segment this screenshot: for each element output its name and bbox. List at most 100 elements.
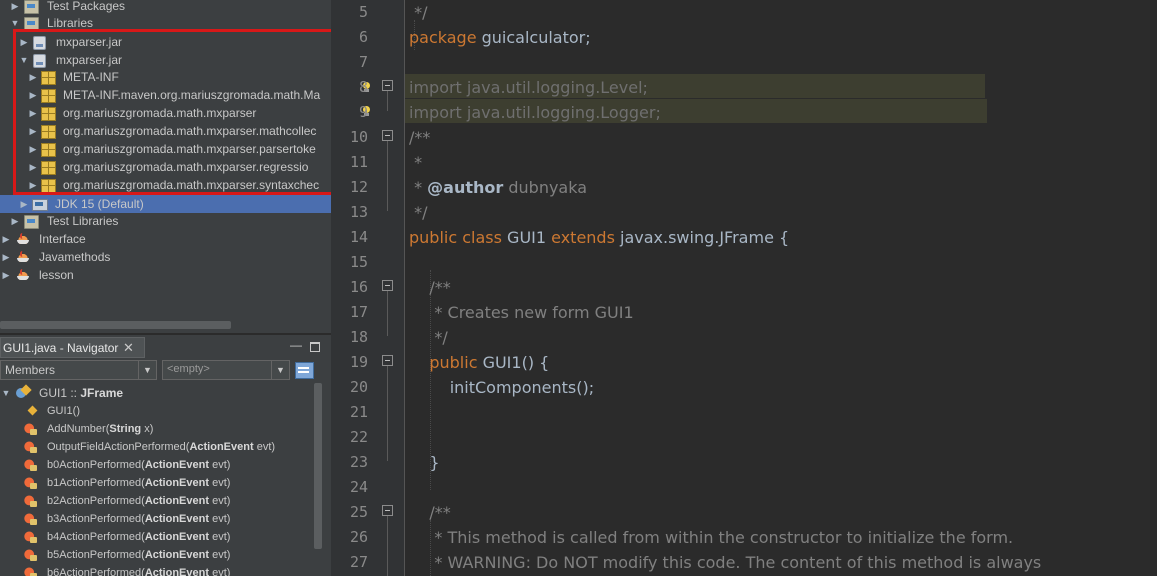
- jar-icon: [33, 54, 46, 68]
- code-line[interactable]: public class GUI1 extends javax.swing.JF…: [409, 228, 789, 247]
- code-line[interactable]: */: [409, 328, 448, 347]
- folder-icon: [24, 17, 39, 31]
- tree-item[interactable]: ▶ org.mariuszgromada.math.mxparser.regres…: [0, 158, 331, 176]
- code-token: GUI1: [501, 228, 552, 247]
- code-editor[interactable]: 5 6 7 8 9 10 11 12 13 14 15 16 17 18 19 20 21 22 23 24 25 26 2…: [331, 0, 1157, 576]
- code-line[interactable]: }: [409, 453, 439, 472]
- code-line[interactable]: public GUI1() {: [409, 353, 549, 372]
- close-icon[interactable]: ✕: [123, 340, 134, 356]
- chevron-down-icon[interactable]: ▼: [271, 361, 289, 379]
- projects-panel: ▶ Test Packages ▼ Libraries ▶ mxparser.jar ▼ mx…: [0, 0, 331, 333]
- code-line[interactable]: initComponents();: [409, 378, 594, 397]
- method-param-rest: evt): [253, 441, 276, 453]
- expanded-arrow-icon[interactable]: ▼: [10, 14, 20, 32]
- code-line[interactable]: * Creates new form GUI1: [409, 303, 633, 322]
- navigator-tab[interactable]: GUI1.java - Navigator ✕: [0, 337, 145, 358]
- tree-item[interactable]: ▶ Javamethods: [0, 248, 331, 266]
- class-icon: [16, 386, 31, 399]
- tree-item[interactable]: ▶ META-INF.maven.org.mariuszgromada.math.…: [0, 86, 331, 104]
- tree-item[interactable]: ▶ org.mariuszgromada.math.mxparser.syntax…: [0, 176, 331, 194]
- minimize-icon[interactable]: —: [290, 338, 302, 352]
- method-name: b4ActionPerformed(: [47, 531, 145, 543]
- expanded-arrow-icon[interactable]: ▼: [1, 384, 11, 402]
- fold-toggle-icon[interactable]: [382, 80, 393, 91]
- code-line[interactable]: import java.util.logging.Level;: [409, 78, 648, 97]
- collapsed-arrow-icon[interactable]: ▶: [10, 212, 20, 230]
- fold-toggle-icon[interactable]: [382, 505, 393, 516]
- filter-options-icon[interactable]: [295, 362, 314, 379]
- code-line[interactable]: import java.util.logging.Logger;: [409, 103, 661, 122]
- code-line[interactable]: /**: [409, 278, 450, 297]
- tree-item[interactable]: ▼ Libraries: [0, 14, 331, 32]
- collapsed-arrow-icon[interactable]: ▶: [28, 176, 38, 194]
- members-dropdown[interactable]: Members ▼: [0, 360, 157, 380]
- method-param-type: ActionEvent: [144, 549, 210, 561]
- code-line[interactable]: * WARNING: Do NOT modify this code. The …: [409, 553, 1041, 572]
- code-line[interactable]: * @author dubnyaka: [409, 178, 587, 197]
- fold-toggle-icon[interactable]: [382, 130, 393, 141]
- tree-item[interactable]: ▶ lesson: [0, 266, 331, 284]
- tree-item[interactable]: ▶ JDK 15 (Default): [0, 195, 331, 213]
- collapsed-arrow-icon[interactable]: ▶: [1, 230, 11, 248]
- line-number: 17: [349, 303, 368, 321]
- code-token: */: [409, 328, 448, 347]
- tree-item[interactable]: ▶ org.mariuszgromada.math.mxparser: [0, 104, 331, 122]
- tree-item-label: Test Libraries: [47, 214, 119, 228]
- collapsed-arrow-icon[interactable]: ▶: [28, 104, 38, 122]
- code-line[interactable]: *: [409, 153, 422, 172]
- collapsed-arrow-icon[interactable]: ▶: [10, 0, 20, 15]
- collapsed-arrow-icon[interactable]: ▶: [28, 122, 38, 140]
- fold-toggle-icon[interactable]: [382, 280, 393, 291]
- tree-item-label: mxparser.jar: [56, 53, 123, 67]
- code-line[interactable]: package guicalculator;: [409, 28, 591, 47]
- tree-item[interactable]: ▼ mxparser.jar: [0, 51, 331, 69]
- code-token: /**: [409, 128, 431, 147]
- tree-item[interactable]: ▶ Interface: [0, 230, 331, 248]
- collapsed-arrow-icon[interactable]: ▶: [28, 86, 38, 104]
- code-line[interactable]: * This method is called from within the …: [409, 528, 1013, 547]
- fold-range-line: [387, 516, 388, 576]
- method-param-type: ActionEvent: [144, 459, 210, 471]
- tree-item-label: Test Packages: [47, 0, 126, 13]
- tree-item[interactable]: ▶ Test Packages: [0, 0, 331, 15]
- collapsed-arrow-icon[interactable]: ▶: [28, 140, 38, 158]
- tree-item[interactable]: ▶ META-INF: [0, 68, 331, 86]
- method-param-rest: evt): [209, 531, 231, 543]
- collapsed-arrow-icon[interactable]: ▶: [19, 33, 29, 51]
- code-token: *: [409, 178, 428, 197]
- java-project-icon: [16, 233, 30, 244]
- code-line[interactable]: */: [409, 203, 427, 222]
- chevron-down-icon[interactable]: ▼: [138, 361, 156, 379]
- expanded-arrow-icon[interactable]: ▼: [19, 51, 29, 69]
- code-line[interactable]: */: [409, 3, 427, 22]
- java-project-icon: [16, 269, 30, 280]
- maximize-icon[interactable]: [310, 342, 320, 352]
- collapsed-arrow-icon[interactable]: ▶: [28, 158, 38, 176]
- fold-toggle-icon[interactable]: [382, 355, 393, 366]
- method-param-type: ActionEvent: [144, 513, 210, 525]
- package-icon: [41, 89, 56, 103]
- tree-item[interactable]: ▶ org.mariuszgromada.math.mxparser.mathco…: [0, 122, 331, 140]
- code-line[interactable]: /**: [409, 128, 430, 147]
- line-number: 26: [349, 528, 368, 546]
- method-name: b1ActionPerformed(: [47, 477, 145, 489]
- tree-item[interactable]: ▶ Test Libraries: [0, 212, 331, 230]
- collapsed-arrow-icon[interactable]: ▶: [28, 68, 38, 86]
- line-number: 7: [358, 53, 368, 71]
- class-superclass: JFrame: [80, 386, 124, 400]
- method-icon: [24, 495, 37, 507]
- collapsed-arrow-icon[interactable]: ▶: [1, 266, 11, 284]
- constructor-icon: [27, 405, 38, 416]
- tree-item[interactable]: ▶ org.mariuszgromada.math.mxparser.parser…: [0, 140, 331, 158]
- vertical-scrollbar-thumb[interactable]: [314, 383, 322, 549]
- folder-icon: [24, 215, 39, 229]
- tree-item[interactable]: ▶ mxparser.jar: [0, 33, 331, 51]
- filter-dropdown[interactable]: <empty> ▼: [162, 360, 290, 380]
- line-number: 6: [358, 28, 368, 46]
- code-token: javax.swing.JFrame {: [614, 228, 790, 247]
- collapsed-arrow-icon[interactable]: ▶: [19, 195, 29, 213]
- fold-range-line: [387, 291, 388, 336]
- horizontal-scrollbar-thumb[interactable]: [0, 321, 231, 329]
- code-line[interactable]: /**: [409, 503, 450, 522]
- collapsed-arrow-icon[interactable]: ▶: [1, 248, 11, 266]
